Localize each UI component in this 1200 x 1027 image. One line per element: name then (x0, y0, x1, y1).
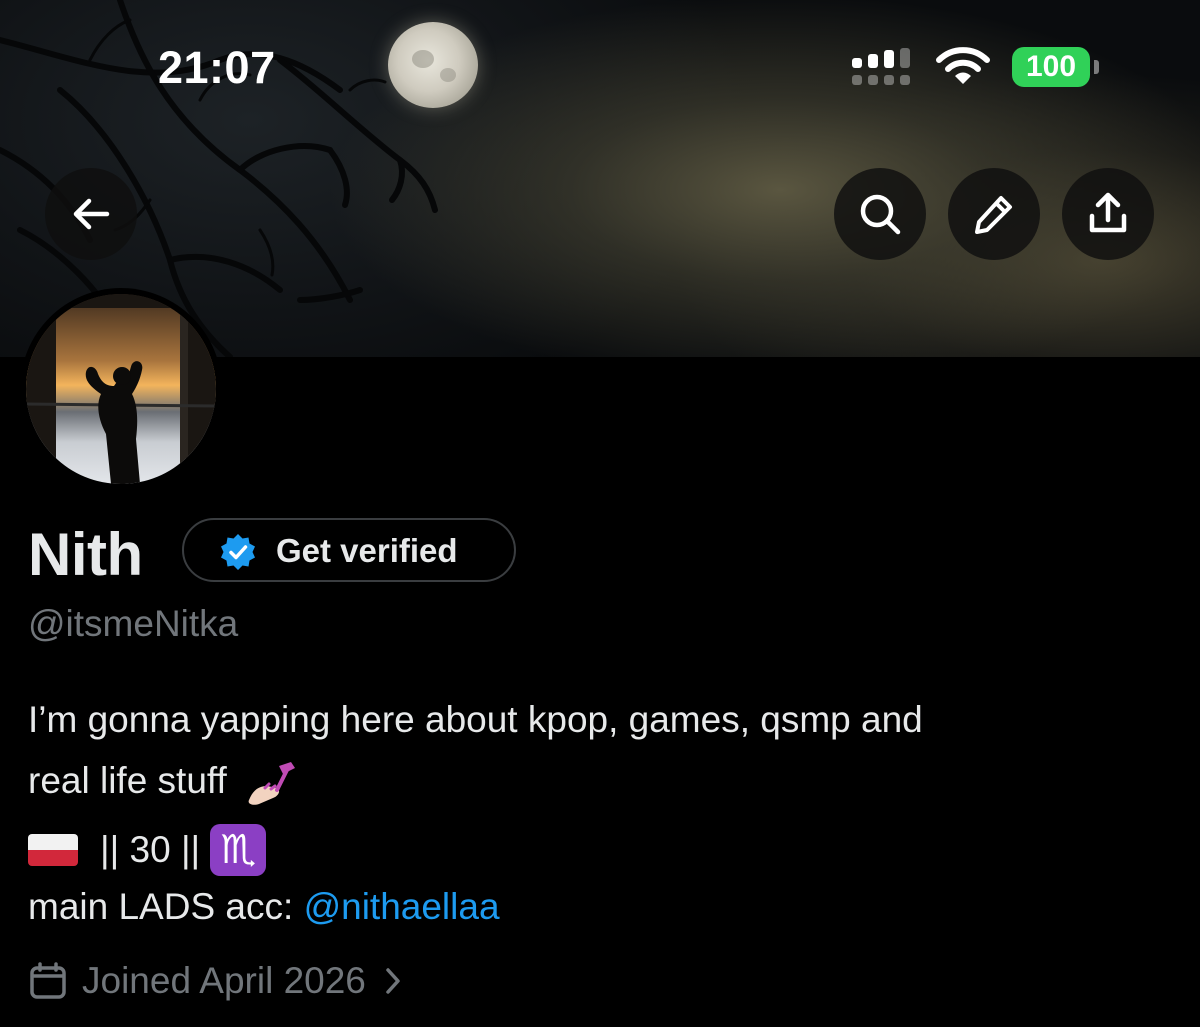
user-handle: @itsmeNitka (28, 603, 239, 644)
bio-line-2-text: real life stuff (28, 760, 227, 801)
nail-polish-icon (248, 762, 296, 806)
edit-button[interactable] (948, 168, 1040, 260)
search-icon (860, 194, 901, 235)
mention-link[interactable]: @nithaellaa (304, 886, 500, 927)
bio-line-1: I’m gonna yapping here about kpop, games… (28, 699, 923, 740)
bio-line-4-prefix: main LADS acc: (28, 886, 304, 927)
avatar[interactable] (20, 288, 222, 490)
poland-flag-icon (28, 834, 78, 866)
bio-line-3: || 30 || ♏ (28, 824, 267, 876)
status-time: 21:07 (158, 42, 276, 93)
battery-tip (1094, 60, 1099, 74)
pencil-icon (975, 196, 1012, 234)
search-button[interactable] (834, 168, 926, 260)
profile-banner[interactable]: 21:07 100 (0, 0, 1200, 357)
wifi-icon (936, 47, 990, 84)
get-verified-label: Get verified (276, 532, 458, 569)
share-button[interactable] (1062, 168, 1154, 260)
arrow-left-icon (73, 198, 110, 230)
calendar-icon (30, 962, 66, 999)
profile-page: 21:07 100 Nith Get verified @itsmeNitka … (0, 0, 1200, 1027)
display-name: Nith (28, 521, 143, 588)
verified-badge-icon (221, 534, 255, 570)
joined-date[interactable]: Joined April 2026 (28, 960, 402, 1002)
joined-label: Joined April 2026 (82, 960, 366, 1001)
cellular-signal-icon (852, 48, 910, 85)
get-verified-button[interactable]: Get verified (182, 518, 516, 582)
back-button[interactable] (45, 168, 137, 260)
bio-line-2: real life stuff (28, 760, 299, 806)
battery-level: 100 (1025, 50, 1077, 83)
chevron-right-icon (386, 968, 400, 994)
bio-line-4: main LADS acc: @nithaellaa (28, 886, 500, 928)
share-icon (1089, 192, 1127, 233)
avatar-photo (26, 294, 216, 484)
avatar-silhouette (26, 294, 216, 484)
scorpio-icon: ♏ (210, 824, 267, 876)
bio-age: || 30 || (100, 829, 201, 870)
battery-indicator: 100 (1012, 47, 1090, 87)
